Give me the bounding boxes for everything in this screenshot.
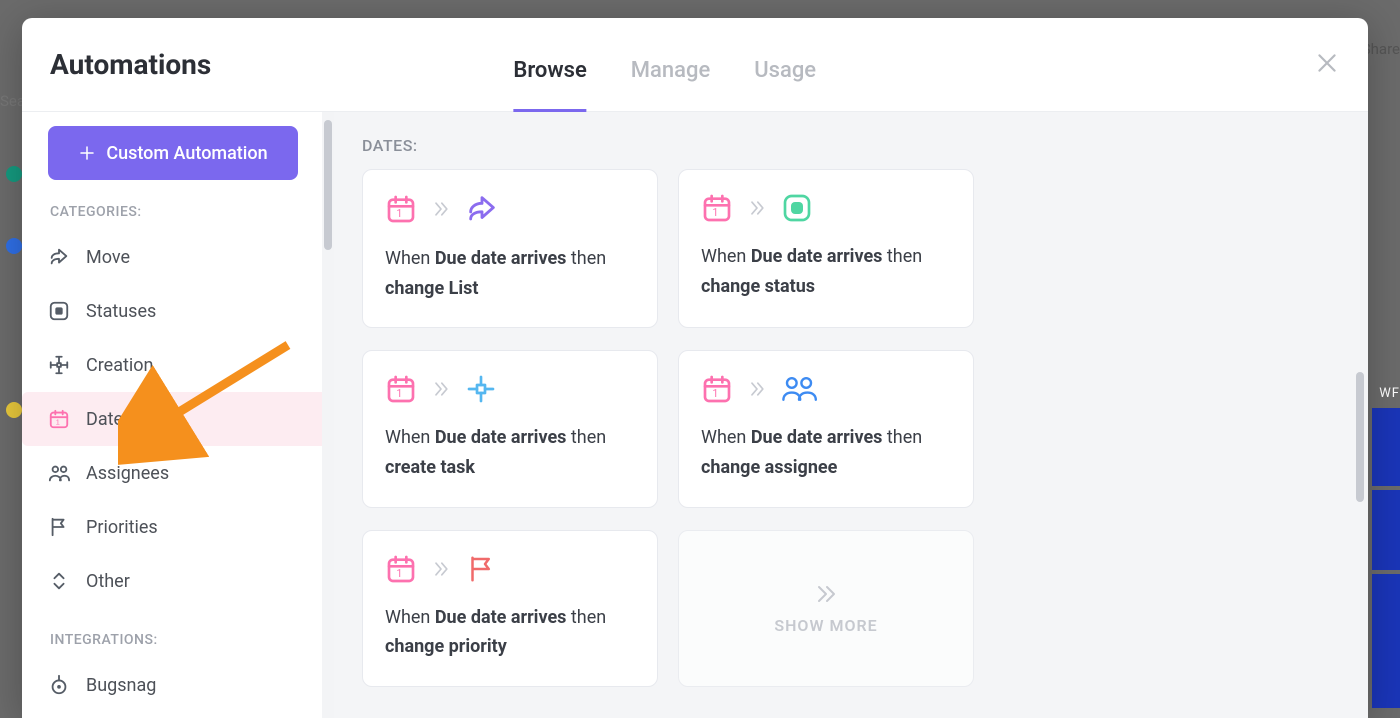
categories-heading: CATEGORIES:: [50, 204, 312, 220]
automation-templates-panel: DATES: 1: [334, 112, 1368, 718]
sidebar-item-priorities[interactable]: Priorities: [48, 500, 312, 554]
template-change-priority[interactable]: 1 When Due date arrives then change prio…: [362, 530, 658, 687]
sidebar-item-label: Other: [86, 571, 130, 592]
sidebar-item-label: Dates: [86, 409, 132, 430]
card-icons: 1: [701, 192, 951, 224]
show-more-label: SHOW MORE: [774, 616, 877, 635]
sidebar-item-label: Priorities: [86, 517, 158, 538]
svg-text:1: 1: [712, 387, 718, 400]
sidebar-item-label: Move: [86, 247, 130, 268]
chevrons-right-icon: [431, 199, 451, 219]
close-icon: [1314, 50, 1340, 76]
sidebar-item-label: Statuses: [86, 301, 156, 322]
card-text: When Due date arrives then change priori…: [385, 603, 635, 662]
plus-outline-icon: [48, 354, 70, 376]
card-icons: 1: [385, 192, 635, 226]
sort-icon: [48, 570, 70, 592]
card-icons: 1: [385, 373, 635, 405]
template-change-status[interactable]: 1 When Due date arrives then change stat…: [678, 169, 974, 328]
plus-outline-icon: [465, 373, 497, 405]
status-icon: [48, 300, 70, 322]
modal-body: Custom Automation CATEGORIES: Move Statu…: [22, 112, 1368, 718]
share-arrow-icon: [465, 192, 499, 226]
calendar-icon: 1: [701, 192, 733, 224]
card-icons: 1: [385, 553, 635, 585]
bg-blue-sep: [1372, 570, 1400, 574]
group-title-dates: DATES:: [362, 136, 1340, 155]
sidebar-item-other[interactable]: Other: [48, 554, 312, 608]
plus-icon: [78, 144, 96, 162]
calendar-icon: 1: [385, 553, 417, 585]
bg-wf-text: WF: [1379, 386, 1400, 401]
sidebar-item-label: Bugsnag: [86, 675, 156, 696]
tab-browse[interactable]: Browse: [513, 58, 586, 113]
svg-text:1: 1: [396, 207, 402, 220]
sidebar: Custom Automation CATEGORIES: Move Statu…: [22, 112, 322, 718]
sidebar-item-move[interactable]: Move: [48, 230, 312, 284]
sidebar-item-creation[interactable]: Creation: [48, 338, 312, 392]
custom-automation-button[interactable]: Custom Automation: [48, 126, 298, 180]
bg-dot-yellow: [6, 402, 22, 418]
flag-icon: [48, 516, 70, 538]
tab-manage[interactable]: Manage: [631, 58, 710, 113]
modal-title: Automations: [50, 48, 211, 81]
sidebar-item-label: Assignees: [86, 463, 169, 484]
automations-modal: Automations Browse Manage Usage Custom A…: [22, 18, 1368, 718]
sidebar-item-dates[interactable]: 1 Dates: [22, 392, 322, 446]
bg-dot-green: [6, 166, 22, 182]
sidebar-scrollbar-thumb[interactable]: [324, 120, 332, 250]
integrations-heading: INTEGRATIONS:: [50, 632, 312, 648]
sidebar-item-statuses[interactable]: Statuses: [48, 284, 312, 338]
card-text: When Due date arrives then change List: [385, 244, 635, 303]
flag-icon: [465, 553, 495, 585]
chevrons-right-icon: [747, 379, 767, 399]
card-text: When Due date arrives then create task: [385, 423, 635, 482]
modal-header: Automations Browse Manage Usage: [22, 18, 1368, 112]
close-button[interactable]: [1314, 50, 1340, 80]
sidebar-scrollbar-track[interactable]: [322, 112, 334, 718]
template-change-assignee[interactable]: 1 When Due date arrives then change assi…: [678, 350, 974, 507]
svg-text:1: 1: [396, 387, 402, 400]
svg-text:1: 1: [56, 418, 60, 427]
show-more-button[interactable]: SHOW MORE: [678, 530, 974, 687]
people-icon: [781, 374, 817, 404]
template-create-task[interactable]: 1 When Due date arrives then create task: [362, 350, 658, 507]
modal-tabs: Browse Manage Usage: [513, 58, 816, 113]
bg-blue-sep: [1372, 486, 1400, 490]
bg-blue-panel: [1372, 408, 1400, 708]
sidebar-item-bugsnag[interactable]: Bugsnag: [48, 658, 312, 712]
tab-usage[interactable]: Usage: [754, 58, 816, 113]
calendar-icon: 1: [385, 373, 417, 405]
calendar-icon: 1: [701, 373, 733, 405]
svg-text:1: 1: [396, 567, 402, 580]
bg-dot-blue: [6, 238, 22, 254]
people-icon: [48, 462, 70, 484]
bugsnag-icon: [48, 674, 70, 696]
calendar-icon: 1: [385, 193, 417, 225]
chevrons-right-icon: [431, 559, 451, 579]
card-text: When Due date arrives then change assign…: [701, 423, 951, 482]
content-scrollbar-thumb[interactable]: [1356, 372, 1364, 502]
share-arrow-icon: [48, 246, 70, 268]
template-change-list[interactable]: 1 When Due date arrives then change List: [362, 169, 658, 328]
chevrons-right-icon: [747, 198, 767, 218]
sidebar-item-assignees[interactable]: Assignees: [48, 446, 312, 500]
card-text: When Due date arrives then change status: [701, 242, 951, 301]
svg-text:1: 1: [712, 206, 718, 219]
card-icons: 1: [701, 373, 951, 405]
calendar-icon: 1: [48, 408, 70, 430]
templates-grid: 1 When Due date arrives then change List: [362, 169, 1340, 687]
status-icon: [781, 192, 813, 224]
chevrons-right-icon: [811, 582, 841, 606]
sidebar-item-label: Creation: [86, 355, 153, 376]
chevrons-right-icon: [431, 379, 451, 399]
custom-automation-label: Custom Automation: [106, 143, 267, 164]
